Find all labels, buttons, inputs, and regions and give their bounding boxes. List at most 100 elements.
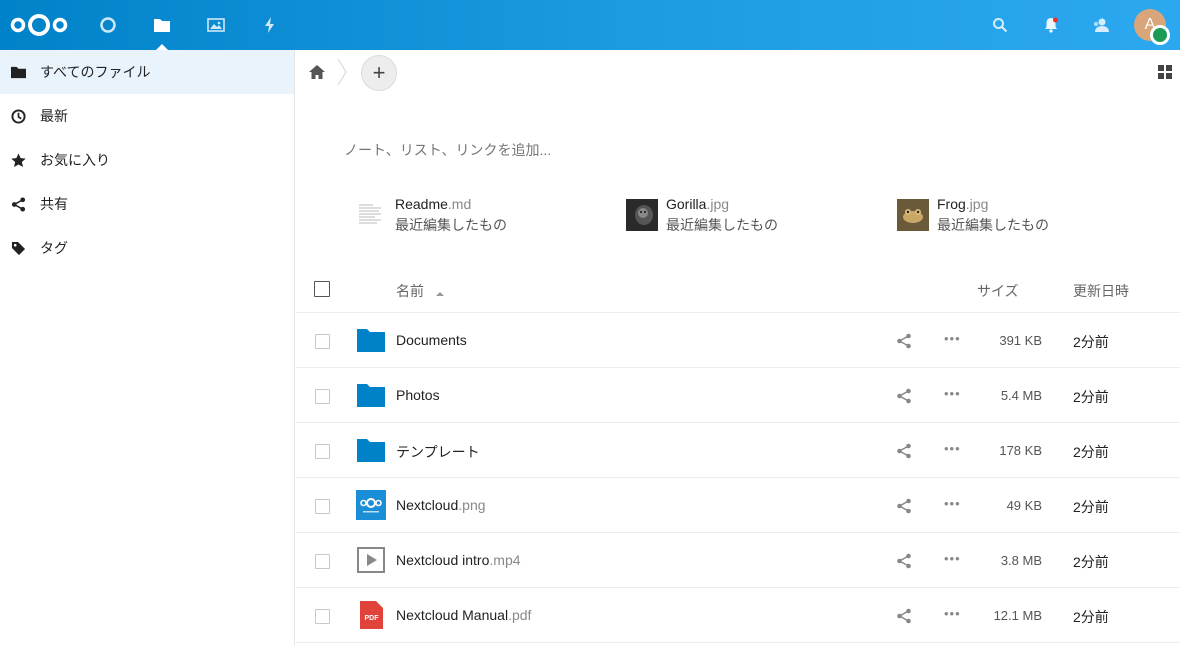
grid-view-icon[interactable]	[1158, 65, 1172, 79]
sidebar-item-recent[interactable]: 最新	[0, 94, 294, 138]
recent-file-readme[interactable]: Readme.md 最近編集したもの	[355, 196, 507, 240]
share-icon[interactable]	[896, 388, 912, 404]
file-size: 5.4 MB	[1000, 388, 1042, 403]
activity-icon[interactable]	[243, 0, 297, 50]
sidebar-item-label: 最新	[40, 108, 68, 124]
sidebar-item-label: 共有	[40, 196, 68, 212]
dashboard-icon[interactable]	[81, 0, 135, 50]
sort-ascending-icon	[435, 284, 444, 300]
recent-file-name: Readme.md	[395, 196, 472, 212]
file-name: Nextcloud.png	[396, 497, 486, 513]
text-file-thumbnail	[355, 199, 387, 231]
column-name-header[interactable]: 名前	[396, 281, 444, 301]
file-size: 12.1 MB	[993, 608, 1042, 623]
nextcloud-logo[interactable]	[8, 10, 70, 40]
more-actions-icon[interactable]: •••	[944, 496, 961, 511]
recent-file-subtitle: 最近編集したもの	[395, 217, 507, 233]
share-icon	[10, 196, 26, 212]
folder-icon	[356, 325, 386, 355]
recent-file-name: Frog.jpg	[937, 196, 989, 212]
image-file-thumbnail	[356, 490, 386, 520]
row-checkbox[interactable]	[315, 609, 330, 624]
file-modified: 2分前	[1073, 334, 1109, 350]
recent-file-subtitle: 最近編集したもの	[666, 217, 778, 233]
file-size: 49 KB	[1006, 498, 1042, 513]
file-modified: 2分前	[1073, 444, 1109, 460]
folder-icon	[356, 380, 386, 410]
column-size-header[interactable]: サイズ	[977, 281, 1019, 301]
file-size: 178 KB	[999, 443, 1042, 458]
file-row[interactable]: Nextcloud intro.mp4 ••• 3.8 MB 2分前	[296, 533, 1180, 588]
sidebar-item-label: タグ	[40, 240, 68, 256]
home-icon[interactable]	[308, 64, 326, 80]
file-name: テンプレート	[396, 444, 480, 460]
frog-image-thumbnail	[897, 199, 929, 231]
rich-workspace-input[interactable]	[344, 138, 944, 162]
sidebar-item-tags[interactable]: タグ	[0, 226, 294, 270]
file-row[interactable]: テンプレート ••• 178 KB 2分前	[296, 423, 1180, 478]
share-icon[interactable]	[896, 498, 912, 514]
more-actions-icon[interactable]: •••	[944, 551, 961, 566]
file-row[interactable]: PDF Nextcloud Manual.pdf ••• 12.1 MB 2分前	[296, 588, 1180, 643]
plus-icon: +	[372, 60, 386, 85]
sidebar-item-favorites[interactable]: お気に入り	[0, 138, 294, 182]
sidebar-item-shared[interactable]: 共有	[0, 182, 294, 226]
pdf-file-icon: PDF	[356, 600, 386, 630]
more-actions-icon[interactable]: •••	[944, 441, 961, 456]
contacts-icon[interactable]	[1076, 0, 1126, 50]
file-name: Nextcloud intro.mp4	[396, 552, 521, 568]
row-checkbox[interactable]	[315, 389, 330, 404]
file-row[interactable]: Documents ••• 391 KB 2分前	[296, 313, 1180, 368]
share-icon[interactable]	[896, 553, 912, 569]
share-icon[interactable]	[896, 443, 912, 459]
row-checkbox[interactable]	[315, 499, 330, 514]
tag-icon	[10, 240, 26, 256]
online-status-icon	[1150, 25, 1170, 45]
row-checkbox[interactable]	[315, 554, 330, 569]
notifications-icon[interactable]	[1026, 0, 1076, 50]
file-modified: 2分前	[1073, 554, 1109, 570]
more-actions-icon[interactable]: •••	[944, 386, 961, 401]
folder-icon	[10, 64, 26, 80]
more-actions-icon[interactable]: •••	[944, 606, 961, 621]
sidebar-item-label: すべてのファイル	[40, 64, 151, 80]
video-file-icon	[356, 545, 386, 575]
file-name: Nextcloud Manual.pdf	[396, 607, 532, 623]
breadcrumb-separator-icon	[337, 58, 347, 91]
more-actions-icon[interactable]: •••	[944, 331, 961, 346]
select-all-checkbox[interactable]	[314, 281, 330, 297]
file-modified: 2分前	[1073, 389, 1109, 405]
recent-file-name: Gorilla.jpg	[666, 196, 730, 212]
gorilla-image-thumbnail	[626, 199, 658, 231]
share-icon[interactable]	[896, 333, 912, 349]
breadcrumb	[296, 50, 1180, 94]
top-header: A	[0, 0, 1180, 50]
row-checkbox[interactable]	[315, 444, 330, 459]
file-size: 3.8 MB	[1000, 553, 1042, 568]
recent-file-frog[interactable]: Frog.jpg 最近編集したもの	[897, 196, 1049, 240]
row-checkbox[interactable]	[315, 334, 330, 349]
file-modified: 2分前	[1073, 499, 1109, 515]
share-icon[interactable]	[896, 608, 912, 624]
photos-icon[interactable]	[189, 0, 243, 50]
column-modified-header[interactable]: 更新日時	[1073, 281, 1129, 301]
folder-icon	[356, 435, 386, 465]
sidebar: すべてのファイル 最新 お気に入り 共有 タグ	[0, 50, 295, 646]
recent-file-subtitle: 最近編集したもの	[937, 217, 1049, 233]
star-icon	[10, 152, 26, 168]
recent-file-gorilla[interactable]: Gorilla.jpg 最近編集したもの	[626, 196, 778, 240]
new-button[interactable]: +	[361, 55, 397, 91]
file-size: 391 KB	[999, 333, 1042, 348]
sidebar-item-label: お気に入り	[40, 152, 110, 168]
file-name: Photos	[396, 387, 440, 403]
file-row[interactable]: Nextcloud.png ••• 49 KB 2分前	[296, 478, 1180, 533]
clock-icon	[10, 108, 26, 124]
file-modified: 2分前	[1073, 609, 1109, 625]
svg-text:PDF: PDF	[365, 615, 380, 622]
file-row[interactable]: Photos ••• 5.4 MB 2分前	[296, 368, 1180, 423]
file-name: Documents	[396, 332, 467, 348]
search-icon[interactable]	[975, 0, 1025, 50]
files-icon[interactable]	[135, 0, 189, 50]
sidebar-item-all-files[interactable]: すべてのファイル	[0, 50, 294, 94]
file-table-header: 名前 サイズ 更新日時	[296, 266, 1180, 313]
